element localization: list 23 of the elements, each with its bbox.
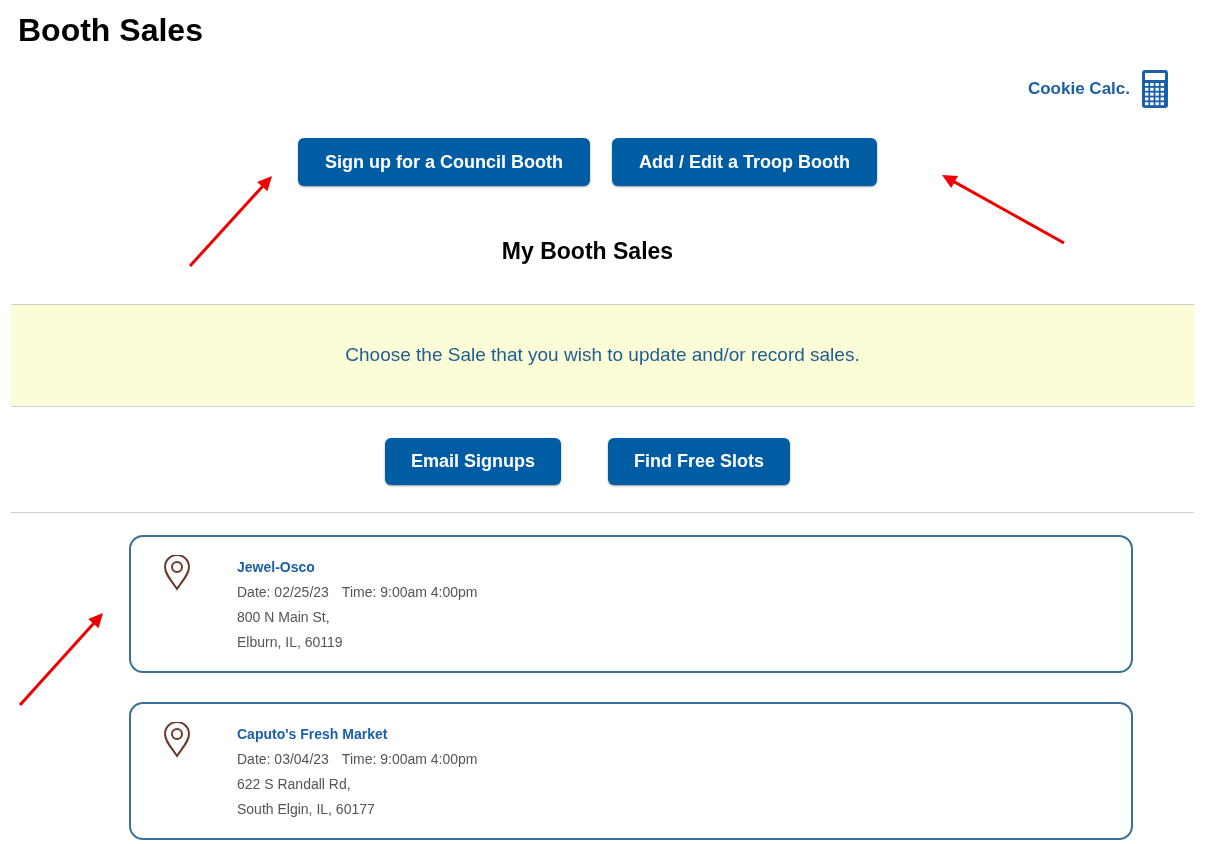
booth-date: Date: 02/25/23 xyxy=(237,582,329,602)
booth-date: Date: 03/04/23 xyxy=(237,749,329,769)
booth-address: 800 N Main St, xyxy=(237,607,331,627)
location-pin-icon xyxy=(163,721,191,758)
page-title: Booth Sales xyxy=(18,11,204,50)
calculator-icon xyxy=(1142,70,1168,108)
booth-card[interactable]: Jewel-Osco Date: 02/25/23 Time: 9:00am 4:00pm 800 N Main St, Elburn, IL, 60119 xyxy=(129,534,1133,673)
booth-name[interactable]: Jewel-Osco xyxy=(237,554,478,580)
location-pin-icon xyxy=(163,554,191,591)
booth-time: Time: 9:00am 4:00pm xyxy=(341,749,478,769)
booth-city: Elburn, IL, 60119 xyxy=(237,632,344,652)
booth-name[interactable]: Caputo's Fresh Market xyxy=(237,721,478,747)
section-heading: My Booth Sales xyxy=(500,237,675,266)
booth-city: South Elgin, IL, 60177 xyxy=(237,799,376,819)
action-button[interactable]: Email Signups xyxy=(384,437,561,485)
booth-address: 622 S Randall Rd, xyxy=(237,774,352,794)
notice-text: Choose the Sale that you wish to update and/or record sales. xyxy=(345,342,860,367)
action-button[interactable]: Find Free Slots xyxy=(608,437,791,485)
booth-time: Time: 9:00am 4:00pm xyxy=(341,582,478,602)
booth-button[interactable]: Add / Edit a Troop Booth xyxy=(612,138,877,186)
booth-card[interactable]: Caputo's Fresh Market Date: 03/04/23 Time: 9:00am 4:00pm 622 S Randall Rd, South Elgin, IL, 60177 xyxy=(129,701,1133,840)
cookie-calc-link[interactable]: Cookie Calc. xyxy=(1027,76,1130,102)
booth-button[interactable]: Sign up for a Council Booth xyxy=(298,138,590,186)
